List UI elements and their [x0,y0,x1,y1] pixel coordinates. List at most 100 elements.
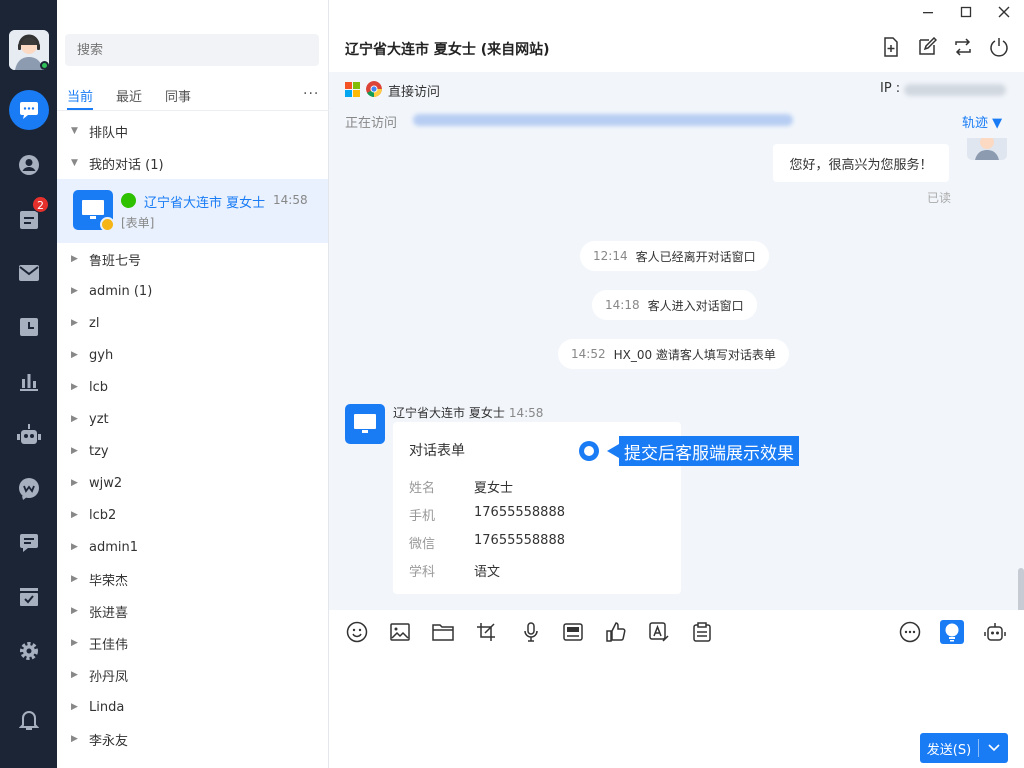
nav-messages[interactable] [0,523,57,563]
robot-icon [16,424,41,444]
clock-square-icon [19,318,38,336]
clipboard-form-icon [693,622,711,642]
caret-right-icon: ▶ [71,382,78,392]
emoji-button[interactable] [345,620,369,644]
message-scrollbar[interactable] [1018,568,1024,610]
form-invite-button[interactable] [690,620,714,644]
colleague-item[interactable]: ▶ yzt [57,403,329,435]
annotation-callout: 提交后客服端展示效果 [607,436,799,466]
more-tools-button[interactable] [898,620,922,644]
form-field-value: 17655558888 [474,505,565,520]
chat-panel: 辽宁省大连市 夏女士 (来自网站) 直接访问 IP : 正在访问 轨迹 ▼ 您好… [329,0,1024,768]
system-message: 14:52 HX_00 邀请客人填写对话表单 [558,339,789,369]
file-button[interactable] [431,620,455,644]
end-chat-button[interactable] [988,36,1010,58]
colleague-name: yzt [89,411,109,427]
nav-settings[interactable] [0,631,57,671]
colleague-item[interactable]: ▶ 王佳伟 [57,627,329,659]
caret-right-icon: ▶ [71,606,78,616]
caret-right-icon: ▶ [71,510,78,520]
colleague-item[interactable]: ▶ Linda [57,691,329,723]
search-input[interactable] [65,34,319,66]
track-dropdown[interactable]: 轨迹 ▼ [962,112,1002,131]
voice-button[interactable] [519,620,543,644]
colleague-item[interactable]: ▶ 孙丹凤 [57,659,329,691]
conversation-list: 当前 最近 同事 ··· ▼ 排队中 ▼ 我的对话 (1) 辽宁省大连市 夏女士… [57,0,329,768]
nav-mail[interactable] [0,253,57,293]
wechat-source-icon [121,193,136,208]
system-message: 12:14 客人已经离开对话窗口 [580,241,769,271]
translate-button[interactable] [647,620,671,644]
customer-name: 辽宁省大连市 夏女士 [393,406,505,420]
edit-button[interactable] [916,36,938,58]
tab-recent[interactable]: 最近 [116,86,142,106]
colleague-item[interactable]: ▶ 鲁班七号 [57,243,329,275]
colleague-name: lcb2 [89,507,117,523]
visit-source: 直接访问 [388,85,441,100]
nav-tickets[interactable]: 2 [0,196,57,239]
transfer-button[interactable] [952,36,974,58]
more-options-button[interactable]: ··· [303,86,319,102]
caret-right-icon: ▶ [71,318,78,328]
quick-reply-button[interactable] [561,620,585,644]
nav-stats[interactable] [0,361,57,401]
colleague-item[interactable]: ▶ lcb2 [57,499,329,531]
online-status-dot [40,61,49,70]
colleague-item[interactable]: ▶ 毕荣杰 [57,563,329,595]
form-field-key: 学科 [409,565,436,580]
microphone-icon [524,622,538,642]
tab-current[interactable]: 当前 [67,86,94,110]
colleague-name: 王佳伟 [89,637,129,653]
nav-wechat[interactable] [0,469,57,509]
colleague-item[interactable]: ▶ zl [57,307,329,339]
smart-assist-toggle[interactable] [940,620,964,644]
screenshot-button[interactable] [474,620,498,644]
colleague-item[interactable]: ▶ admin1 [57,531,329,563]
colleague-name: lcb [89,379,109,395]
nav-robot[interactable] [0,415,57,455]
send-button[interactable]: 发送(S) [920,733,1008,763]
rating-invite-button[interactable] [604,620,628,644]
caret-right-icon: ▶ [71,734,78,744]
colleague-item[interactable]: ▶ gyh [57,339,329,371]
chat-bubble-icon [19,102,38,119]
caret-right-icon: ▶ [71,414,78,424]
minimize-button[interactable] [918,4,938,20]
robot-assist-button[interactable] [983,620,1007,644]
message-input[interactable] [329,652,1024,732]
tab-divider [57,110,329,111]
ip-label: IP : [880,81,901,96]
image-icon [390,623,410,641]
colleague-item[interactable]: ▶ 李永友 [57,723,329,755]
edit-icon [919,37,937,55]
nav-forms[interactable] [0,577,57,617]
form-field: 手机 17655558888 [409,505,565,524]
colleague-item[interactable]: ▶ 张进喜 [57,595,329,627]
group-my-chats[interactable]: ▼ 我的对话 (1) [57,147,329,179]
monitor-icon [354,414,376,433]
headset-agent-icon [975,138,999,160]
nav-alerts[interactable] [0,700,57,740]
colleague-item[interactable]: ▶ admin (1) [57,275,329,307]
visiting-url-redacted[interactable] [413,114,793,126]
colleague-item[interactable]: ▶ tzy [57,435,329,467]
nav-chat[interactable] [0,90,57,130]
image-button[interactable] [388,620,412,644]
customer-avatar [345,404,385,444]
tab-colleagues[interactable]: 同事 [165,86,191,106]
bell-icon [18,711,39,730]
new-ticket-button[interactable] [880,36,902,58]
colleague-item[interactable]: ▶ wjw2 [57,467,329,499]
form-field-key: 手机 [409,509,436,524]
system-message: 14:18 客人进入对话窗口 [592,290,757,320]
nav-history[interactable] [0,307,57,347]
colleague-item[interactable]: ▶ lcb [57,371,329,403]
active-chat-item[interactable]: 辽宁省大连市 夏女士 14:58 [表单] [57,179,328,243]
close-button[interactable] [994,4,1014,20]
smiley-icon [346,621,368,643]
send-options-dropdown[interactable] [979,744,1008,752]
maximize-button[interactable] [956,4,976,20]
nav-contacts[interactable] [0,145,57,185]
group-queue[interactable]: ▼ 排队中 [57,115,329,147]
visitor-info-bar: 直接访问 IP : 正在访问 轨迹 ▼ [329,72,1024,138]
